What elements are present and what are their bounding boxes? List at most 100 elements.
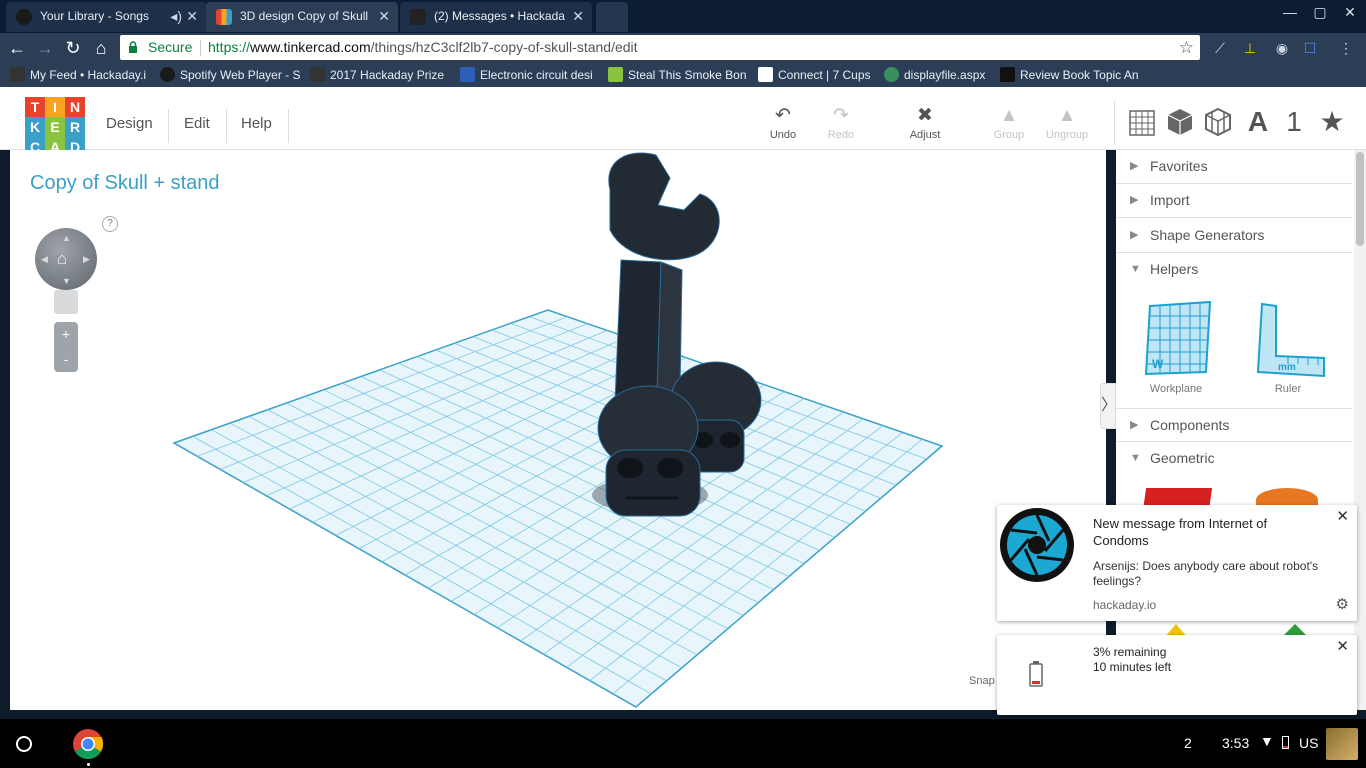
design-title[interactable]: Copy of Skull + stand (30, 172, 220, 195)
zoom-in-button[interactable]: + (54, 322, 78, 346)
orbit-right-icon[interactable]: ▶ (83, 254, 90, 265)
adjust-button[interactable]: ✖ Adjust (900, 105, 950, 141)
section-helpers[interactable]: ▼ Helpers (1116, 253, 1352, 287)
close-icon[interactable]: ✕ (1336, 507, 1349, 525)
view-cube-icon[interactable] (54, 290, 78, 314)
workplane-grid-icon[interactable] (1126, 105, 1158, 139)
workplane-icon: W (1144, 300, 1212, 376)
undo-button[interactable]: ↶ Undo (758, 105, 808, 141)
reload-icon[interactable]: ↻ (62, 36, 84, 60)
maximize-icon[interactable]: ▢ (1310, 4, 1330, 21)
section-components[interactable]: ▶ Components (1116, 408, 1352, 442)
scrollbar-thumb[interactable] (1356, 152, 1364, 246)
menu-kebab-icon[interactable]: ⋮ (1336, 38, 1356, 58)
bookmark-star-icon[interactable]: ☆ (1179, 35, 1194, 60)
number-shape-tool[interactable]: 1 (1278, 105, 1310, 139)
help-icon[interactable]: ? (102, 216, 118, 232)
zoom-control: + - (54, 322, 78, 372)
close-window-icon[interactable]: ✕ (1340, 4, 1360, 21)
notification-source: hackaday.io (1093, 598, 1157, 612)
star-icon[interactable]: ★ (1316, 105, 1348, 139)
bookmark-item[interactable]: 2017 Hackaday Prize (310, 63, 455, 87)
orbit-control[interactable]: ▲ ▼ ◀ ▶ ⌂ (35, 228, 97, 290)
close-icon[interactable]: ✕ (186, 2, 198, 30)
bookmark-item[interactable]: Connect | 7 Cups (758, 63, 878, 87)
bookmark-item[interactable]: Electronic circuit desi (460, 63, 598, 87)
extension-icon[interactable]: ◉ (1272, 38, 1292, 58)
clock[interactable]: 3:53 (1222, 735, 1249, 751)
group-button[interactable]: ▲ Group (984, 105, 1034, 141)
menu-design[interactable]: Design (106, 87, 153, 150)
bookmark-item[interactable]: displayfile.aspx (884, 63, 994, 87)
wireframe-cube-icon[interactable] (1202, 105, 1234, 139)
avatar[interactable] (1326, 728, 1358, 760)
back-icon[interactable]: ← (6, 36, 28, 60)
svg-text:W: W (1152, 357, 1164, 371)
helper-ruler[interactable]: mm Ruler (1238, 298, 1338, 395)
chrome-icon[interactable] (72, 728, 104, 760)
notification-count[interactable]: 2 (1184, 735, 1192, 751)
orbit-up-icon[interactable]: ▲ (62, 233, 71, 243)
gear-icon[interactable]: ⚙ (1336, 595, 1349, 613)
battery-time-left: 10 minutes left (1093, 660, 1172, 674)
menu-edit[interactable]: Edit (184, 87, 210, 150)
divider (288, 109, 289, 143)
skull-model-front[interactable] (597, 385, 701, 517)
bookmark-item[interactable]: Spotify Web Player - S (160, 63, 300, 87)
redo-button[interactable]: ↷ Redo (816, 105, 866, 141)
section-geometric[interactable]: ▼ Geometric (1116, 442, 1352, 476)
section-favorites[interactable]: ▶ Favorites (1116, 150, 1352, 184)
text-shape-tool[interactable]: A (1242, 105, 1274, 139)
tab-spotify[interactable]: Your Library - Songs ◂) ✕ (6, 2, 206, 32)
notification-body: Arsenijs: Does anybody care about robot'… (1093, 559, 1319, 588)
workplane-scene[interactable] (10, 150, 1106, 710)
bookmark-item[interactable]: My Feed • Hackaday.i (10, 63, 152, 87)
tab-hackaday[interactable]: (2) Messages • Hackada ✕ (400, 2, 592, 32)
battery-remaining: 3% remaining (1093, 645, 1167, 659)
adjust-icon: ✖ (917, 105, 933, 126)
extension-icon[interactable]: ⟋ (1210, 38, 1230, 58)
close-icon[interactable]: ✕ (378, 2, 390, 30)
address-bar[interactable]: Secure https://www.tinkercad.com/things/… (120, 35, 1200, 60)
message-notification[interactable]: New message from Internet of Condoms Ars… (997, 505, 1357, 621)
wifi-icon[interactable]: ▼ (1260, 733, 1274, 749)
extension-icon[interactable]: ☐ (1300, 38, 1320, 58)
ruler-icon: mm (1256, 302, 1325, 378)
panel-collapse-chevron-icon[interactable]: 〉 (1100, 383, 1117, 429)
ungroup-button[interactable]: ▲ Ungroup (1042, 105, 1092, 141)
cube-icon[interactable] (1164, 105, 1196, 139)
launcher-icon[interactable] (16, 736, 32, 752)
close-icon[interactable]: ✕ (572, 2, 584, 30)
battery-icon[interactable] (1282, 736, 1289, 749)
divider (226, 109, 227, 143)
input-method[interactable]: US (1299, 735, 1318, 751)
zoom-out-button[interactable]: - (54, 347, 78, 371)
menu-help[interactable]: Help (241, 87, 272, 150)
tinkercad-logo[interactable]: T I N K E R C A D (25, 97, 85, 157)
battery-notification[interactable]: 3% remaining 10 minutes left ✕ (997, 635, 1357, 715)
extension-icon[interactable]: ⊥ (1240, 38, 1260, 58)
orbit-down-icon[interactable]: ▼ (62, 276, 71, 286)
3d-viewport[interactable]: Copy of Skull + stand ? ▲ ▼ ◀ ▶ ⌂ + - Sn… (10, 150, 1106, 710)
helper-label: Ruler (1274, 383, 1302, 395)
new-tab-button[interactable] (596, 2, 628, 32)
hackaday-aperture-icon (1000, 508, 1074, 582)
section-import[interactable]: ▶ Import (1116, 184, 1352, 218)
bookmark-item[interactable]: Review Book Topic An (1000, 63, 1140, 87)
orbit-left-icon[interactable]: ◀ (41, 254, 48, 265)
helper-workplane[interactable]: W Workplane (1126, 298, 1226, 395)
snap-grid-label[interactable]: Snap (969, 675, 995, 687)
section-shape-generators[interactable]: ▶ Shape Generators (1116, 219, 1352, 253)
7cups-favicon (758, 67, 773, 82)
home-icon[interactable]: ⌂ (90, 36, 112, 60)
workplane-grid[interactable] (172, 309, 944, 708)
hackaday-favicon (410, 9, 426, 25)
minimize-icon[interactable]: — (1280, 4, 1300, 20)
close-icon[interactable]: ✕ (1336, 637, 1349, 655)
home-view-icon[interactable]: ⌂ (57, 249, 67, 269)
forward-icon[interactable]: → (34, 36, 56, 60)
bookmark-item[interactable]: Steal This Smoke Bon (608, 63, 748, 87)
panel-scrollbar[interactable] (1354, 150, 1366, 710)
divider (168, 109, 169, 143)
tab-tinkercad[interactable]: 3D design Copy of Skull ✕ (206, 2, 398, 32)
